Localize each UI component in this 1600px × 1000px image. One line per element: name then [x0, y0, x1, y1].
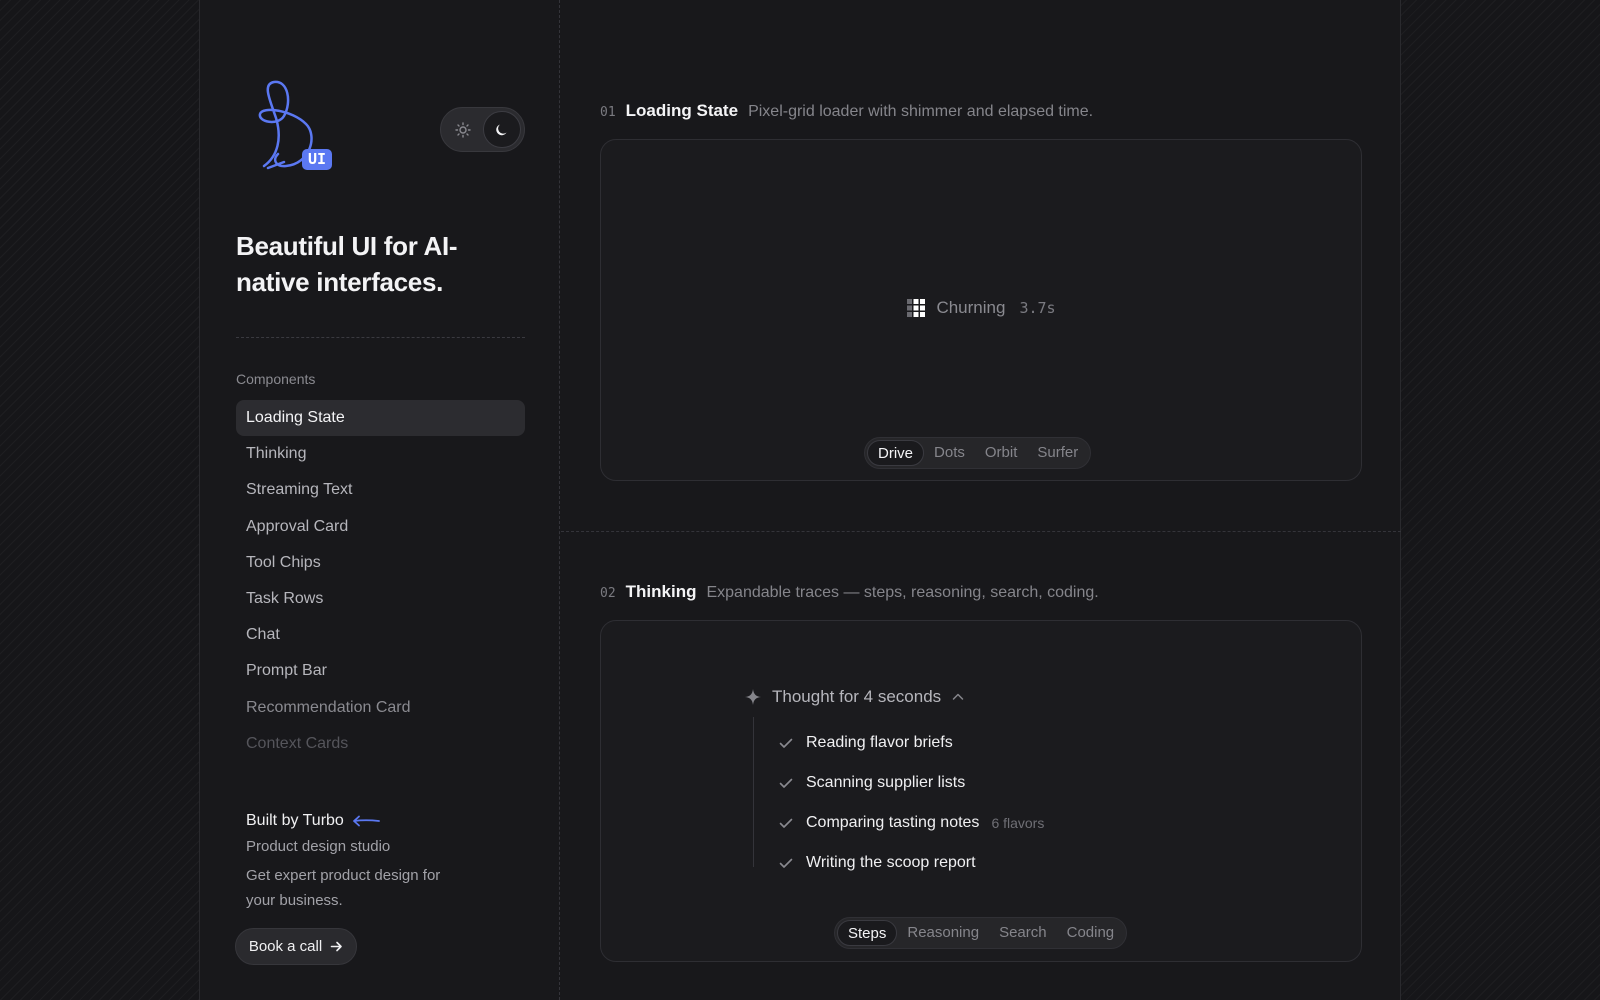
- sidebar-divider: [236, 337, 525, 338]
- tagline: Beautiful UI for AI-native interfaces.: [236, 231, 458, 297]
- section-description: Expandable traces — steps, reasoning, se…: [706, 584, 1099, 601]
- nav-item-tool-chips[interactable]: Tool Chips: [236, 545, 525, 581]
- variant-reasoning[interactable]: Reasoning: [897, 920, 989, 946]
- arrow-right-icon: [330, 941, 342, 952]
- loader-text: Churning: [936, 298, 1006, 317]
- book-call-label: Book a call: [248, 938, 323, 955]
- check-icon: [779, 738, 793, 748]
- step-item: Comparing tasting notes 6 flavors: [778, 814, 1044, 832]
- thought-trace-header[interactable]: Thought for 4 seconds: [744, 687, 965, 707]
- step-label: Comparing tasting notes: [806, 814, 980, 831]
- variant-steps[interactable]: Steps: [837, 920, 898, 946]
- nav-item-approval-card[interactable]: Approval Card: [236, 509, 525, 545]
- variant-dots[interactable]: Dots: [924, 440, 975, 466]
- thought-duration: Thought for 4 seconds: [772, 687, 942, 706]
- arrow-left-icon: [352, 815, 380, 827]
- variant-orbit[interactable]: Orbit: [975, 440, 1028, 466]
- sun-icon: [455, 121, 471, 138]
- nav-item-loading-state[interactable]: Loading State: [236, 400, 525, 436]
- chevron-up-icon: [952, 693, 964, 700]
- sidebar: UI Beautiful UI for AI-native interfaces…: [200, 0, 560, 1000]
- step-item: Scanning supplier lists: [778, 774, 965, 792]
- nav-item-chat[interactable]: Chat: [236, 617, 525, 653]
- promo-text: Get expert product design for your busin…: [246, 867, 441, 909]
- check-icon: [779, 858, 793, 868]
- section-title: Thinking: [625, 582, 697, 601]
- brand-logo[interactable]: UI: [248, 78, 340, 178]
- nav-item-streaming-text[interactable]: Streaming Text: [236, 472, 525, 508]
- nav-item-prompt-bar[interactable]: Prompt Bar: [236, 653, 525, 689]
- thought-steps: Reading flavor briefs Scanning supplier …: [753, 717, 1044, 871]
- pixel-grid-icon: [907, 299, 926, 317]
- variant-search[interactable]: Search: [989, 920, 1057, 946]
- variant-coding[interactable]: Coding: [1057, 920, 1125, 946]
- check-icon: [779, 778, 793, 788]
- main-content: 01 Loading State Pixel-grid loader with …: [561, 0, 1401, 1000]
- theme-toggle: [440, 107, 525, 152]
- thinking-card: Thought for 4 seconds Reading flavor bri…: [600, 620, 1362, 962]
- light-theme-button[interactable]: [444, 111, 482, 148]
- nav-item-context-cards[interactable]: Context Cards: [236, 726, 525, 762]
- sparkle-icon: [745, 689, 761, 705]
- components-nav: Loading State Thinking Streaming Text Ap…: [236, 400, 525, 762]
- check-icon: [779, 818, 793, 828]
- components-section-label: Components: [236, 371, 316, 387]
- section-header-thinking: 02 Thinking Expandable traces — steps, r…: [600, 582, 1099, 602]
- step-label: Writing the scoop report: [806, 854, 976, 871]
- elapsed-time: 3.7s: [1019, 299, 1056, 317]
- promo-title-text: Built by Turbo: [246, 812, 344, 829]
- promo-title[interactable]: Built by Turbo: [246, 812, 506, 830]
- step-note: 6 flavors: [991, 815, 1045, 831]
- nav-item-thinking[interactable]: Thinking: [236, 436, 525, 472]
- variant-drive[interactable]: Drive: [867, 440, 925, 466]
- loader-variant-switcher: Drive Dots Orbit Surfer: [864, 437, 1092, 469]
- section-number: 02: [600, 586, 616, 601]
- section-number: 01: [600, 105, 616, 120]
- thinking-variant-switcher: Steps Reasoning Search Coding: [834, 917, 1128, 949]
- promo-subtitle: Product design studio: [246, 838, 391, 855]
- step-label: Reading flavor briefs: [806, 734, 953, 751]
- logo-badge: UI: [302, 149, 332, 170]
- nav-item-recommendation-card[interactable]: Recommendation Card: [236, 690, 525, 726]
- app-shell: UI Beautiful UI for AI-native interfaces…: [199, 0, 1401, 1000]
- variant-surfer[interactable]: Surfer: [1027, 440, 1088, 466]
- section-header-loading-state: 01 Loading State Pixel-grid loader with …: [600, 101, 1093, 121]
- book-call-button[interactable]: Book a call: [235, 928, 357, 965]
- section-title: Loading State: [625, 101, 739, 120]
- step-item: Writing the scoop report: [778, 854, 976, 872]
- section-description: Pixel-grid loader with shimmer and elaps…: [748, 103, 1094, 120]
- dark-theme-button[interactable]: [483, 111, 521, 148]
- step-item: Reading flavor briefs: [778, 734, 953, 752]
- nav-item-task-rows[interactable]: Task Rows: [236, 581, 525, 617]
- section-divider: [561, 531, 1401, 532]
- loading-state-card: Churning 3.7s Drive Dots Orbit Surfer: [600, 139, 1362, 481]
- moon-icon: [496, 124, 507, 135]
- step-label: Scanning supplier lists: [806, 774, 966, 791]
- promo-block: Built by Turbo Product design studio Get…: [246, 812, 506, 913]
- loader: Churning 3.7s: [601, 298, 1361, 318]
